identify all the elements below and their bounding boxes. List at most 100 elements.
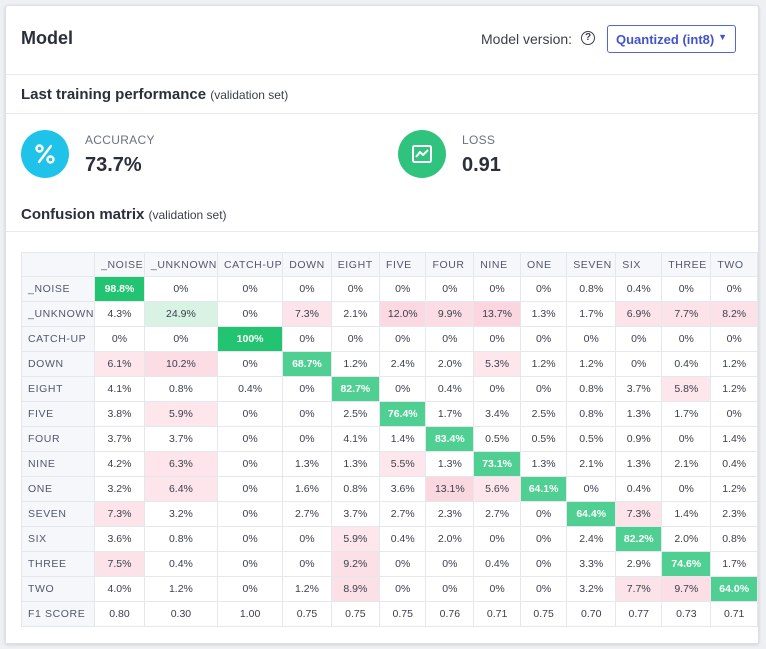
- matrix-cell: 0%: [216, 426, 284, 452]
- model-version-selected: Quantized (int8): [616, 32, 715, 47]
- divider: [6, 113, 758, 114]
- matrix-cell: 13.7%: [473, 301, 521, 327]
- column-header: _NOISE: [94, 252, 145, 277]
- row-header: THREE: [20, 551, 96, 577]
- percent-icon: [21, 130, 69, 178]
- diagonal-cell: 68.7%: [282, 351, 332, 377]
- matrix-cell: 0%: [282, 526, 332, 552]
- performance-subtitle: (validation set): [210, 88, 289, 102]
- column-header: _UNKNOWN: [143, 252, 218, 277]
- matrix-cell: 0.5%: [566, 426, 617, 452]
- row-header: _NOISE: [20, 276, 96, 302]
- table-row: DOWN 6.1% 10.2% 0% 68.7% 1.2% 2.4% 2.0% 5.3% 1.2%…: [20, 351, 758, 377]
- column-header: FIVE: [379, 252, 427, 277]
- f1-score-cell: 0.76: [425, 601, 475, 627]
- matrix-cell: 4.1%: [330, 426, 381, 452]
- matrix-cell: 0%: [519, 551, 568, 577]
- diagonal-cell: 64.4%: [566, 501, 617, 527]
- matrix-cell: 0.9%: [615, 426, 663, 452]
- matrix-cell: 0%: [473, 276, 521, 302]
- matrix-cell: 0.4%: [143, 551, 218, 577]
- matrix-cell: 13.1%: [425, 476, 475, 502]
- matrix-cell: 0%: [425, 551, 475, 577]
- matrix-cell: 0%: [216, 401, 284, 427]
- confusion-matrix-body: _NOISE 98.8% 0% 0% 0% 0% 0% 0% 0% 0% 0.8% 0.4% 0% 0% _…: [20, 276, 758, 627]
- f1-score-cell: 0.30: [143, 601, 218, 627]
- matrix-cell: 0.8%: [566, 401, 617, 427]
- matrix-cell: 8.2%: [710, 301, 758, 327]
- table-row: SEVEN 7.3% 3.2% 0% 2.7% 3.7% 2.7% 2.3% 2.7% 0% 64.…: [20, 501, 758, 527]
- matrix-cell: 2.0%: [661, 526, 712, 552]
- accuracy-value: 73.7%: [85, 154, 142, 176]
- table-row: _NOISE 98.8% 0% 0% 0% 0% 0% 0% 0% 0% 0.8% 0.4% 0% 0%: [20, 276, 758, 302]
- f1-score-cell: 0.75: [330, 601, 381, 627]
- matrix-cell: 0.4%: [710, 451, 758, 477]
- matrix-cell: 6.9%: [615, 301, 663, 327]
- matrix-cell: 0%: [216, 576, 284, 602]
- diagonal-cell: 74.6%: [661, 551, 712, 577]
- table-row: ONE 3.2% 6.4% 0% 1.6% 0.8% 3.6% 13.1% 5.6% 64.1% 0…: [20, 476, 758, 502]
- matrix-cell: 1.4%: [710, 426, 758, 452]
- matrix-cell: 0%: [566, 476, 617, 502]
- matrix-cell: 0%: [143, 326, 218, 352]
- matrix-cell: 0%: [282, 426, 332, 452]
- matrix-cell: 0%: [661, 326, 712, 352]
- matrix-cell: 1.3%: [615, 451, 663, 477]
- matrix-cell: 7.3%: [94, 501, 145, 527]
- matrix-cell: 0%: [216, 551, 284, 577]
- f1-score-cell: 0.71: [473, 601, 521, 627]
- table-row: SIX 3.6% 0.8% 0% 0% 5.9% 0.4% 2.0% 0% 0% 2.4% 82.2%…: [20, 526, 758, 552]
- matrix-cell: 2.7%: [473, 501, 521, 527]
- matrix-cell: 0%: [710, 276, 758, 302]
- matrix-cell: 7.7%: [615, 576, 663, 602]
- matrix-cell: 4.1%: [94, 376, 145, 402]
- matrix-cell: 0.4%: [615, 476, 663, 502]
- page-title: Model: [21, 28, 73, 48]
- matrix-cell: 0%: [425, 326, 475, 352]
- matrix-cell: 0.5%: [519, 426, 568, 452]
- row-header: SEVEN: [20, 501, 96, 527]
- matrix-cell: 2.0%: [425, 351, 475, 377]
- matrix-cell: 2.7%: [379, 501, 427, 527]
- matrix-cell: 12.0%: [379, 301, 427, 327]
- model-version-dropdown[interactable]: Quantized (int8) ▼: [607, 25, 736, 53]
- matrix-cell: 0%: [710, 326, 758, 352]
- column-header: CATCH-UP: [216, 252, 284, 277]
- matrix-cell: 3.6%: [94, 526, 145, 552]
- matrix-cell: 2.1%: [566, 451, 617, 477]
- matrix-cell: 0%: [216, 301, 284, 327]
- row-header: ONE: [20, 476, 96, 502]
- matrix-cell: 3.2%: [566, 576, 617, 602]
- accuracy-label: ACCURACY: [85, 133, 155, 147]
- matrix-cell: 0%: [661, 426, 712, 452]
- matrix-cell: 1.6%: [282, 476, 332, 502]
- row-header: FOUR: [20, 426, 96, 452]
- matrix-cell: 0%: [216, 526, 284, 552]
- matrix-cell: 2.7%: [282, 501, 332, 527]
- column-header: EIGHT: [330, 252, 381, 277]
- f1-score-cell: 0.71: [710, 601, 758, 627]
- matrix-cell: 0%: [379, 576, 427, 602]
- matrix-cell: 0%: [473, 326, 521, 352]
- matrix-cell: 4.2%: [94, 451, 145, 477]
- matrix-cell: 3.6%: [379, 476, 427, 502]
- matrix-cell: 3.7%: [615, 376, 663, 402]
- matrix-cell: 0%: [216, 451, 284, 477]
- matrix-cell: 0.8%: [330, 476, 381, 502]
- matrix-cell: 1.2%: [710, 476, 758, 502]
- matrix-cell: 0%: [216, 476, 284, 502]
- matrix-cell: 1.7%: [425, 401, 475, 427]
- matrix-cell: 1.2%: [282, 576, 332, 602]
- matrix-cell: 1.2%: [143, 576, 218, 602]
- f1-score-cell: 0.75: [282, 601, 332, 627]
- matrix-cell: 0.4%: [615, 276, 663, 302]
- matrix-cell: 0%: [330, 326, 381, 352]
- matrix-cell: 1.7%: [566, 301, 617, 327]
- diagonal-cell: 82.2%: [615, 526, 663, 552]
- matrix-cell: 5.6%: [473, 476, 521, 502]
- matrix-cell: 9.7%: [661, 576, 712, 602]
- row-header: CATCH-UP: [20, 326, 96, 352]
- matrix-cell: 3.2%: [94, 476, 145, 502]
- diagonal-cell: 83.4%: [425, 426, 475, 452]
- help-icon[interactable]: ?: [581, 31, 595, 45]
